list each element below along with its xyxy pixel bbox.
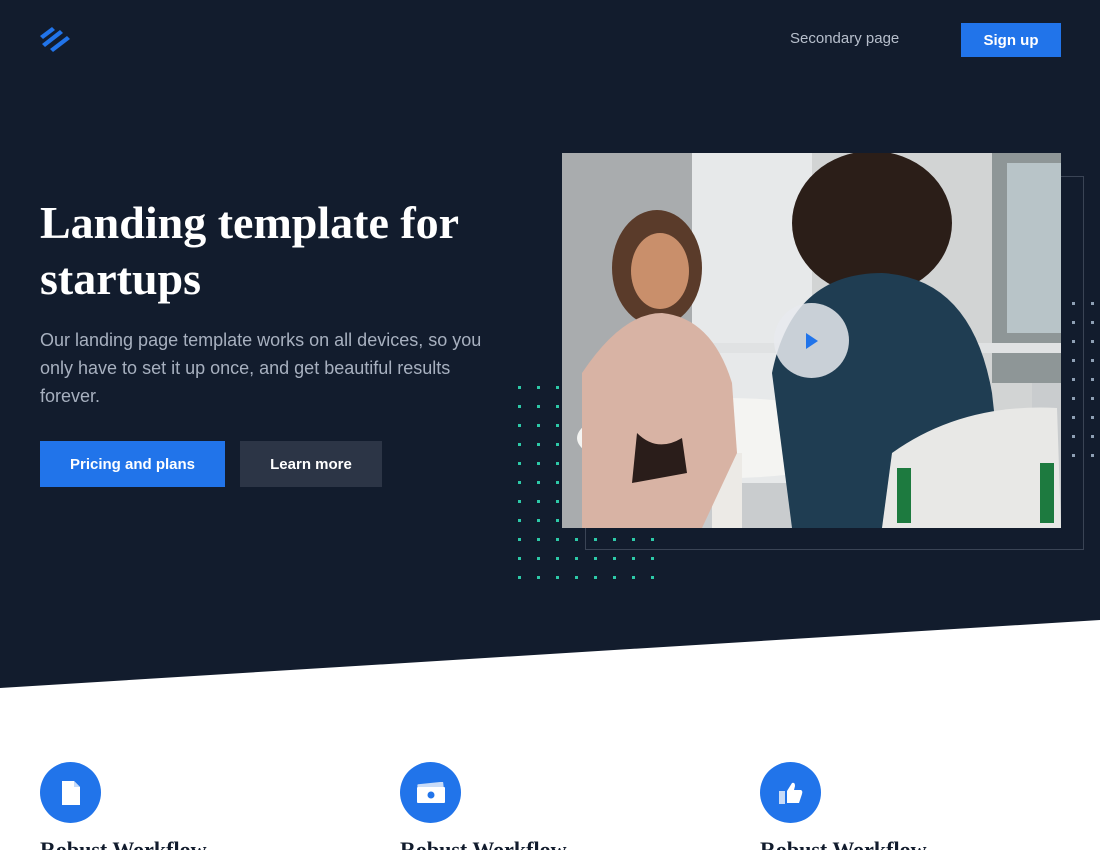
decorative-dot: [1072, 416, 1075, 419]
decorative-dot: [556, 405, 559, 408]
decorative-dot: [556, 386, 559, 389]
decorative-dot: [594, 557, 597, 560]
decorative-dot: [556, 481, 559, 484]
decorative-dot: [518, 519, 521, 522]
decorative-dot: [556, 576, 559, 579]
decorative-dot: [556, 443, 559, 446]
decorative-dot: [518, 481, 521, 484]
decorative-dot: [556, 500, 559, 503]
decorative-dot: [1091, 378, 1094, 381]
decorative-dot: [537, 576, 540, 579]
decorative-dot: [632, 576, 635, 579]
signup-button[interactable]: Sign up: [961, 23, 1061, 57]
hero-subtitle: Our landing page template works on all d…: [40, 330, 482, 406]
decorative-dot: [1072, 302, 1075, 305]
decorative-dot: [518, 405, 521, 408]
video-play-button[interactable]: [774, 303, 849, 378]
decorative-dot: [537, 462, 540, 465]
decorative-dot: [537, 557, 540, 560]
decorative-dot: [1072, 359, 1075, 362]
decorative-dot: [556, 538, 559, 541]
money-icon: [400, 762, 461, 823]
secondary-page-link[interactable]: Secondary page: [790, 30, 899, 47]
decorative-dot: [556, 462, 559, 465]
learn-more-button[interactable]: Learn more: [240, 441, 382, 487]
document-icon: [40, 762, 101, 823]
decorative-dot: [518, 500, 521, 503]
decorative-dot: [651, 557, 654, 560]
decorative-dot: [518, 462, 521, 465]
decorative-dot: [1072, 397, 1075, 400]
decorative-dot: [537, 443, 540, 446]
decorative-dot: [1091, 416, 1094, 419]
decorative-dot: [1072, 435, 1075, 438]
decorative-dot: [1091, 397, 1094, 400]
decorative-dot: [1091, 321, 1094, 324]
decorative-dot: [537, 386, 540, 389]
decorative-dot: [1072, 321, 1075, 324]
feature-title: Robust Workflow: [760, 837, 927, 850]
decorative-dot: [537, 481, 540, 484]
decorative-dot: [1091, 435, 1094, 438]
decorative-dot: [1091, 359, 1094, 362]
decorative-dot: [518, 424, 521, 427]
decorative-dot: [651, 576, 654, 579]
decorative-dot: [556, 424, 559, 427]
decorative-dot: [613, 557, 616, 560]
decorative-dot: [1091, 340, 1094, 343]
decorative-dot: [575, 576, 578, 579]
decorative-dot: [594, 576, 597, 579]
decorative-dot: [1072, 454, 1075, 457]
decorative-dot: [1072, 340, 1075, 343]
pricing-and-plans-button[interactable]: Pricing and plans: [40, 441, 225, 487]
decorative-dot: [651, 538, 654, 541]
decorative-dot: [537, 519, 540, 522]
decorative-dot: [613, 576, 616, 579]
decorative-dot: [518, 538, 521, 541]
decorative-dot: [575, 538, 578, 541]
feature-title: Robust Workflow: [400, 837, 567, 850]
decorative-dot: [556, 557, 559, 560]
decorative-dot: [556, 519, 559, 522]
decorative-dot: [632, 538, 635, 541]
decorative-dot: [518, 557, 521, 560]
feature-item: Robust Workflow: [40, 762, 300, 850]
thumbs-up-icon: [760, 762, 821, 823]
decorative-dot: [632, 557, 635, 560]
decorative-dot: [537, 424, 540, 427]
decorative-dot: [518, 386, 521, 389]
landing-page: Secondary page Sign up Landing template …: [0, 0, 1100, 850]
decorative-dot: [1091, 454, 1094, 457]
decorative-dots-right: [1072, 302, 1094, 457]
decorative-dot: [594, 538, 597, 541]
feature-item: Robust Workflow: [400, 762, 660, 850]
decorative-dot: [537, 538, 540, 541]
decorative-dot: [518, 443, 521, 446]
decorative-dot: [1091, 302, 1094, 305]
feature-item: Robust Workflow: [760, 762, 1020, 850]
decorative-dot: [537, 500, 540, 503]
decorative-dot: [518, 576, 521, 579]
decorative-dot: [537, 405, 540, 408]
hero-title: Landing template for startups: [40, 197, 459, 304]
feature-title: Robust Workflow: [40, 837, 207, 850]
decorative-dot: [1072, 378, 1075, 381]
decorative-dot: [575, 557, 578, 560]
decorative-dot: [613, 538, 616, 541]
stripes-logo-icon[interactable]: [38, 26, 72, 52]
play-icon: [805, 332, 818, 349]
